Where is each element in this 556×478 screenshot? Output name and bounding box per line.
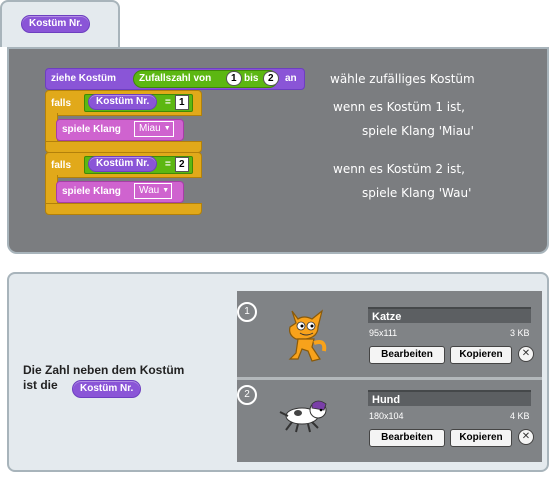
costume-2-delete-icon[interactable]: ✕ [518,429,534,445]
note-if-costume-2: wenn es Kostüm 2 ist, [333,162,465,176]
note-play-wau: spiele Klang 'Wau' [362,186,472,200]
cat-sprite-icon[interactable] [282,305,330,363]
if1-operator: = [165,97,171,108]
costume-1-dimensions: 95x111 [369,328,398,338]
if2-keyword: falls [51,160,72,171]
costume-2-number: 2 [237,385,257,405]
costume-1-size: 3 KB [510,328,530,338]
random-to-input[interactable]: 2 [263,71,279,86]
kostuem-nr-reporter-tab[interactable]: Kostüm Nr. [21,15,91,33]
costume-2-edit-button[interactable]: Bearbeiten [369,429,445,447]
costume-1-delete-icon[interactable]: ✕ [518,346,534,362]
note-random-costume: wähle zufälliges Kostüm [330,72,475,86]
if2-operator: = [165,159,171,170]
if1-keyword: falls [51,98,72,109]
if2-value-input[interactable]: 2 [175,157,189,172]
explanation-costume-reporter[interactable]: Kostüm Nr. [72,380,142,398]
random-from-input[interactable]: 1 [226,71,242,86]
note-if-costume-1: wenn es Kostüm 1 ist, [333,100,465,114]
costume-2-name-field[interactable]: Hund [368,390,531,406]
costume-separator [237,377,542,380]
play-sound-2-label: spiele Klang [62,186,121,197]
costume-1-name-field[interactable]: Katze [368,307,531,323]
play-sound-1-label: spiele Klang [62,124,121,135]
random-bis-label: bis [244,73,259,84]
costume-2-copy-button[interactable]: Kopieren [450,429,512,447]
costume-2-size: 4 KB [510,411,530,421]
random-suffix-label: an [285,73,297,84]
switch-costume-label: ziehe Kostüm [51,73,117,84]
if-block-2-foot [45,203,202,215]
if1-costume-reporter[interactable]: Kostüm Nr. [88,94,158,110]
costume-1-number: 1 [237,302,257,322]
costume-1-edit-button[interactable]: Bearbeiten [369,346,445,364]
costume-1-copy-button[interactable]: Kopieren [450,346,512,364]
costume-2-dimensions: 180x104 [369,411,404,421]
if2-costume-reporter[interactable]: Kostüm Nr. [88,156,158,172]
explanation-line-1: Die Zahl neben dem Kostüm [23,363,185,377]
sound-2-dropdown[interactable]: Wau [134,183,173,199]
sound-1-dropdown[interactable]: Miau [134,121,174,137]
random-label: Zufallszahl von [139,73,212,84]
if1-value-input[interactable]: 1 [175,95,189,110]
dog-sprite-icon[interactable] [278,398,334,434]
note-play-miau: spiele Klang 'Miau' [362,124,474,138]
